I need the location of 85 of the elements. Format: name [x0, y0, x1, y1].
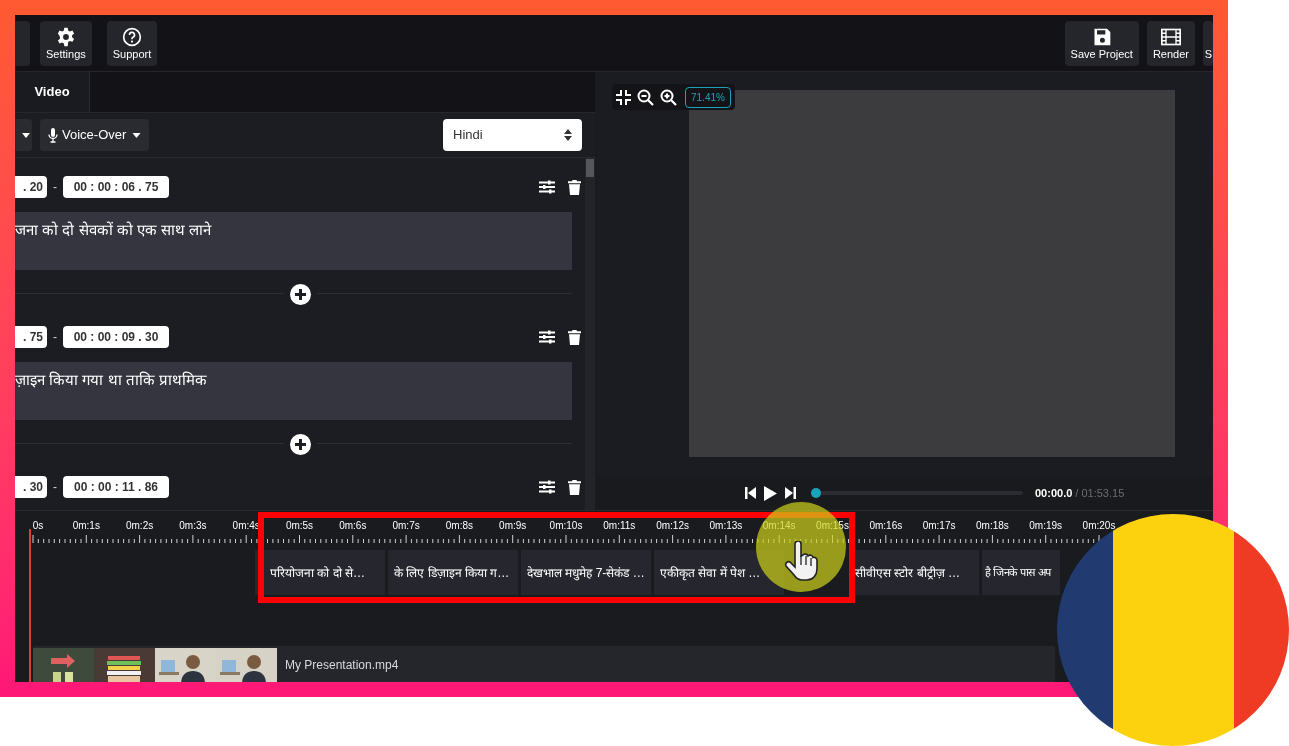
ruler-label: 0m:10s — [549, 521, 583, 531]
tab[interactable]: Video — [15, 72, 90, 112]
ruler-label: 0m:1s — [72, 521, 100, 531]
play-button[interactable] — [764, 485, 777, 501]
play-icon — [764, 485, 777, 501]
toolbar-button[interactable]: Save Project — [1064, 20, 1139, 66]
settings-button[interactable] — [539, 180, 555, 194]
ruler-label: 0m:12s — [656, 521, 689, 531]
zoom-in-icon — [660, 88, 677, 106]
end-time-field[interactable]: 00 : 00 : 11 . 86 — [63, 476, 169, 498]
skip-back-icon — [745, 487, 756, 499]
delete-button[interactable] — [568, 329, 581, 345]
dropdown-button[interactable] — [15, 119, 32, 151]
film-icon — [1159, 26, 1182, 47]
scrollbar[interactable] — [585, 158, 595, 510]
settings-button[interactable] — [539, 480, 555, 494]
start-time-field[interactable]: . 20 — [15, 176, 47, 198]
duration: / 01:53.15 — [1075, 485, 1125, 501]
start-time-field[interactable]: . 75 — [15, 326, 47, 348]
delete-button[interactable] — [568, 179, 581, 195]
time-separator: - — [53, 479, 57, 496]
end-time-field[interactable]: 00 : 00 : 09 . 30 — [63, 326, 169, 348]
skip-forward-icon — [785, 487, 796, 499]
ruler-label: 0m:14s — [762, 521, 796, 531]
ruler-label: 0m:3s — [179, 521, 207, 531]
language-select[interactable]: Hindi — [443, 119, 582, 151]
ruler-label: 0m:6s — [339, 521, 367, 531]
ruler-label: 0m:20s — [1082, 521, 1116, 531]
zoom-level: 71.41% — [685, 86, 731, 108]
progress-thumb[interactable] — [811, 488, 821, 498]
subtitle-clip[interactable]: है जिनके पास अप — [982, 550, 1060, 595]
ruler-label: 0m:18s — [976, 521, 1009, 531]
help-icon — [122, 26, 142, 47]
zoom-out-icon — [637, 88, 654, 106]
ruler-label: 0m:11s — [603, 521, 636, 531]
toolbar-button[interactable]: S — [1203, 20, 1213, 66]
sliders-icon — [539, 330, 555, 344]
subtitle-clip[interactable]: परियोजना को दो से… — [255, 550, 385, 595]
start-time-field[interactable]: . 30 — [15, 476, 47, 498]
next-button[interactable] — [785, 487, 796, 499]
time-separator: - — [53, 179, 57, 196]
toolbar-button[interactable]: Render — [1146, 20, 1195, 66]
ruler-label: 0m:7s — [392, 521, 420, 531]
ruler-label: 0m:19s — [1029, 521, 1063, 531]
ruler-label: 0m:9s — [499, 521, 527, 531]
ruler-label: 0m:13s — [709, 521, 743, 531]
ruler-label: 0m:17s — [922, 521, 956, 531]
sliders-icon — [539, 480, 555, 494]
trash-icon — [568, 329, 581, 345]
caret-icon — [132, 132, 142, 138]
microphone-icon — [48, 127, 58, 143]
ruler-label: 0m:16s — [869, 521, 903, 531]
video-track[interactable]: My Presentation.mp4 — [33, 646, 1055, 682]
ruler-label: 0m:5s — [285, 521, 314, 531]
ruler-label: 0s — [32, 521, 44, 531]
ruler-label: 0m:8s — [445, 521, 473, 531]
subtitle-text-field[interactable]: जना को दो सेवकों को एक साथ लाने — [15, 212, 572, 270]
current-time: 00:00.0 — [1035, 485, 1073, 501]
progress-slider[interactable] — [811, 488, 1025, 498]
trash-icon — [568, 479, 581, 495]
subtitle-clip[interactable]: देखभाल मधुमेह 7-सेकंड … — [521, 550, 651, 595]
clip-name: My Presentation.mp4 — [285, 657, 399, 674]
subtitle-clip[interactable]: के लिए डिज़ाइन किया ग… — [388, 550, 518, 595]
sort-icon — [564, 129, 572, 141]
time-separator: - — [53, 329, 57, 346]
ruler-label: 0m:2s — [126, 521, 154, 531]
sliders-icon — [539, 180, 555, 194]
delete-button[interactable] — [568, 479, 581, 495]
subtitle-text-field[interactable]: ज़ाइन किया गया था ताकि प्राथमिक — [15, 362, 572, 420]
gear-icon — [55, 26, 76, 47]
settings-button[interactable] — [539, 330, 555, 344]
previous-button[interactable] — [745, 487, 756, 499]
voice-over-button[interactable]: Voice-Over — [40, 119, 150, 151]
end-time-field[interactable]: 00 : 00 : 06 . 75 — [63, 176, 169, 198]
compress-icon — [616, 89, 631, 105]
hand-cursor-icon — [784, 541, 818, 581]
zoom-in-button[interactable] — [660, 88, 677, 106]
caret-icon — [22, 132, 30, 138]
toolbar-button[interactable]: Support — [106, 20, 158, 66]
zoom-out-button[interactable] — [637, 88, 654, 106]
fit-button[interactable] — [616, 89, 631, 105]
plus-circle-icon — [289, 433, 311, 455]
trash-icon — [568, 179, 581, 195]
plus-circle-icon — [289, 283, 311, 305]
toolbar-button[interactable]: Settings — [40, 20, 92, 66]
